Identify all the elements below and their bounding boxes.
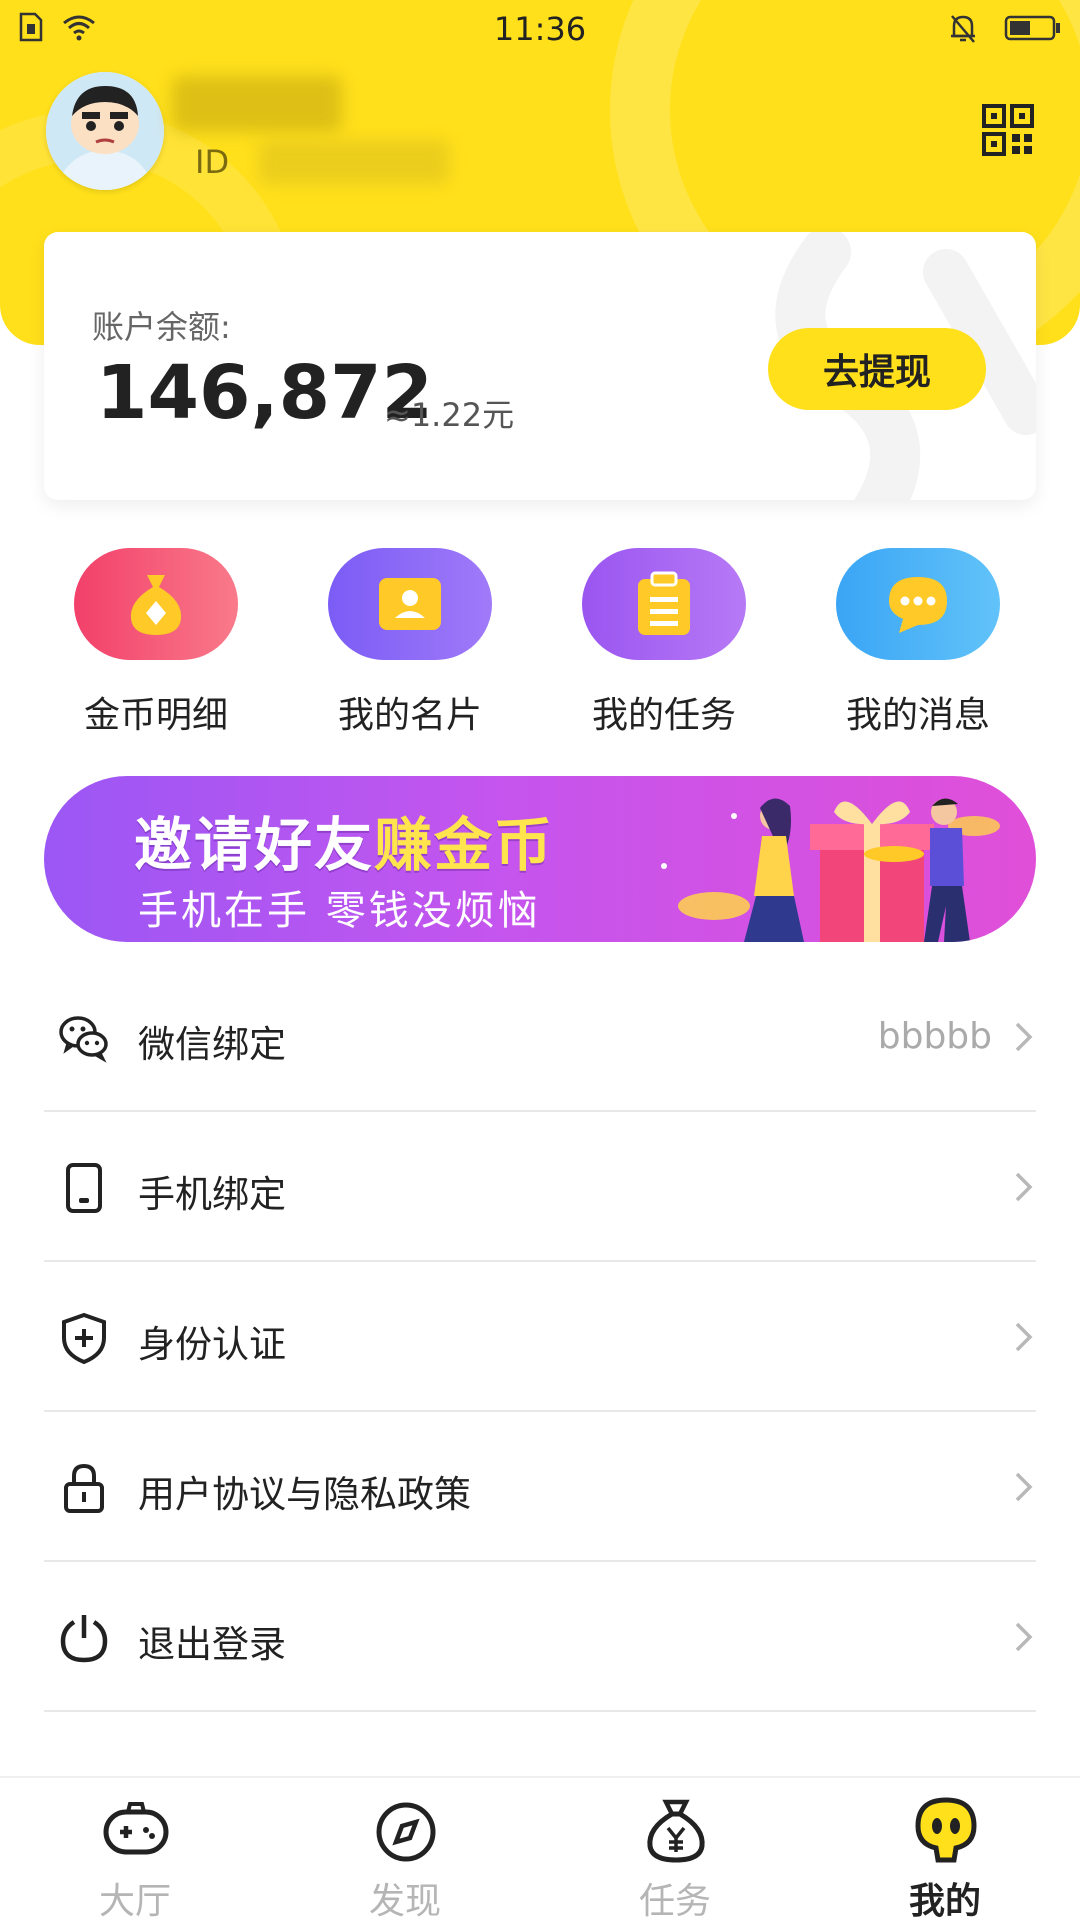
shortcut-coin-details[interactable]: 金币明细 <box>40 546 260 736</box>
balance-approx: ≈1.22元 <box>384 396 515 434</box>
wechat-icon <box>59 1016 108 1063</box>
user-id-redacted <box>259 140 450 184</box>
shortcut-label: 金币明细 <box>83 695 228 736</box>
user-id-row: ID <box>195 140 450 184</box>
tab-label: 发现 <box>368 1881 441 1922</box>
shortcut-my-messages[interactable]: 我的消息 <box>802 546 1022 736</box>
username-redacted <box>172 76 342 132</box>
tab-label: 大厅 <box>98 1881 171 1922</box>
id-label: ID <box>195 143 230 181</box>
gamepad-icon <box>103 1802 169 1855</box>
avatar[interactable] <box>46 72 164 190</box>
menu-label: 身份认证 <box>138 1323 286 1366</box>
shortcut-label: 我的名片 <box>337 695 482 736</box>
yen-bag-icon <box>647 1799 705 1863</box>
balance-amount: 146,872 <box>96 350 434 436</box>
menu-item-wechat-binding[interactable]: 微信绑定 bbbbb <box>44 962 1036 1112</box>
chevron-right-icon <box>1015 1022 1033 1052</box>
banner-title-part1: 邀请好友 <box>134 811 375 879</box>
lock-icon <box>64 1463 104 1513</box>
banner-title: 邀请好友赚金币 <box>134 798 554 882</box>
shield-icon <box>62 1312 106 1364</box>
shortcut-label: 我的任务 <box>591 695 736 736</box>
banner-subtitle: 手机在手 零钱没烦恼 <box>138 888 541 934</box>
shortcut-grid: 金币明细 我的名片 我的任务 我的消息 <box>0 546 1080 736</box>
shortcut-my-card[interactable]: 我的名片 <box>294 546 514 736</box>
bottom-tab-bar: 大厅 发现 任务 我的 <box>0 1776 1080 1922</box>
menu-item-identity-verification[interactable]: 身份认证 <box>44 1262 1036 1412</box>
chevron-right-icon <box>1015 1172 1033 1202</box>
status-time: 11:36 <box>493 10 587 48</box>
clipboard-icon <box>638 571 690 635</box>
mascot-icon <box>915 1797 977 1863</box>
phone-icon <box>66 1163 102 1213</box>
menu-item-logout[interactable]: 退出登录 <box>44 1562 1036 1712</box>
settings-menu: 微信绑定 bbbbb 手机绑定 身份认证 用户协议与隐私政策 退出登录 <box>44 962 1036 1712</box>
menu-item-phone-binding[interactable]: 手机绑定 <box>44 1112 1036 1262</box>
withdraw-button[interactable]: 去提现 <box>768 328 986 410</box>
chevron-right-icon <box>1015 1622 1033 1652</box>
tab-mine[interactable]: 我的 <box>810 1778 1080 1922</box>
tab-label: 任务 <box>638 1881 711 1922</box>
tab-lobby[interactable]: 大厅 <box>0 1778 270 1922</box>
balance-label: 账户余额: <box>92 308 231 346</box>
shortcut-label: 我的消息 <box>845 695 990 736</box>
status-bar: 11:36 <box>0 0 1080 58</box>
bell-muted-icon <box>951 15 975 43</box>
gift-illustration <box>661 798 1000 942</box>
menu-label: 用户协议与隐私政策 <box>138 1473 471 1516</box>
chat-bubble-icon <box>889 577 947 633</box>
compass-icon <box>376 1802 436 1862</box>
menu-label: 微信绑定 <box>138 1023 286 1066</box>
tab-discover[interactable]: 发现 <box>270 1778 540 1922</box>
money-bag-icon <box>130 575 182 635</box>
menu-label: 手机绑定 <box>138 1173 286 1216</box>
battery-icon <box>1004 15 1060 41</box>
balance-card: 账户余额: 146,872 ≈1.22元 去提现 <box>44 232 1036 500</box>
chevron-right-icon <box>1015 1472 1033 1502</box>
banner-title-highlight: 赚金币 <box>374 811 555 879</box>
contact-card-icon <box>379 578 441 630</box>
chevron-right-icon <box>1015 1322 1033 1352</box>
menu-label: 退出登录 <box>138 1623 286 1666</box>
shortcut-my-tasks[interactable]: 我的任务 <box>548 546 768 736</box>
tab-tasks[interactable]: 任务 <box>540 1778 810 1922</box>
menu-item-user-agreement[interactable]: 用户协议与隐私政策 <box>44 1412 1036 1562</box>
tab-label: 我的 <box>908 1881 981 1922</box>
qr-code-icon[interactable] <box>982 104 1034 156</box>
invite-banner[interactable]: 邀请好友赚金币 手机在手 零钱没烦恼 <box>44 776 1036 942</box>
menu-value: bbbbb <box>877 1016 992 1057</box>
power-icon <box>60 1615 108 1663</box>
